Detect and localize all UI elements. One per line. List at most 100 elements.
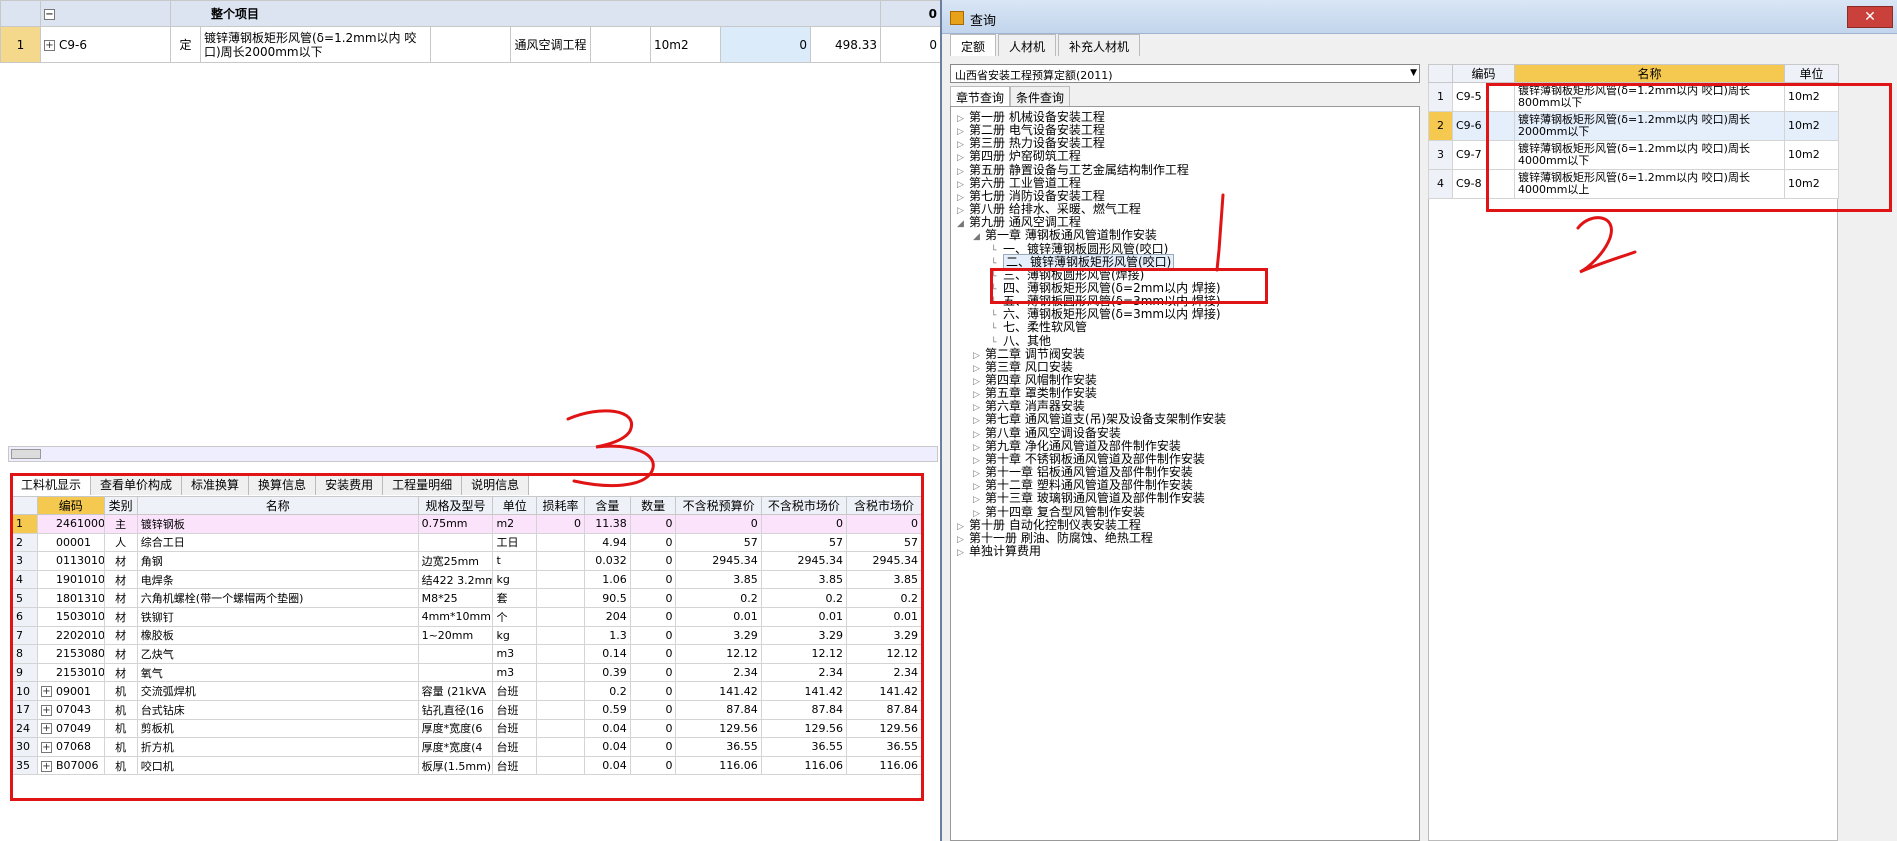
cell-unit[interactable]: 10m2 — [1784, 169, 1839, 199]
col-header[interactable]: 不含税预算价 — [675, 496, 762, 515]
cell-code[interactable]: 2461000 — [36, 514, 105, 534]
collapse-cell[interactable]: − — [40, 0, 171, 27]
cell-p2[interactable]: 0.2 — [760, 588, 848, 608]
cell-loss[interactable] — [536, 755, 585, 776]
cell-spec[interactable]: 厚度*宽度(6 — [417, 718, 494, 739]
row-number[interactable]: 9 — [12, 662, 38, 683]
cell-p1[interactable]: 87.84 — [675, 699, 762, 720]
cell-p1[interactable]: 129.56 — [675, 718, 762, 739]
cell-p3[interactable]: 3.29 — [846, 625, 922, 646]
tab-resources[interactable]: 工料机显示 — [12, 473, 92, 495]
cell-loss[interactable] — [536, 662, 585, 683]
col-header[interactable]: 类别 — [103, 496, 138, 515]
cell-p2[interactable]: 2.34 — [760, 662, 848, 683]
cell-name[interactable]: 角钢 — [136, 551, 419, 571]
col-header[interactable]: 不含税市场价 — [760, 496, 848, 515]
cell-p3[interactable]: 129.56 — [846, 718, 922, 739]
quota-type[interactable]: 定 — [170, 26, 201, 63]
cell-p2[interactable]: 87.84 — [760, 699, 848, 720]
cell-p2[interactable]: 0 — [760, 514, 848, 534]
cell-name[interactable]: 镀锌薄钢板矩形风管(δ=1.2mm以内 咬口)周长4000mm以下 — [1514, 140, 1785, 170]
cell-name[interactable]: 综合工日 — [136, 532, 419, 553]
table-row[interactable]: 35 + B07006 机咬口机 板厚(1.5mm) 台班 0.04 0 116.06 116.0… — [12, 755, 922, 776]
cell-code[interactable]: +07043 — [36, 699, 105, 720]
cell-qty[interactable]: 0 — [629, 551, 677, 571]
cell-p2[interactable]: 0.01 — [760, 606, 848, 627]
table-row[interactable]: 10 +09001 机交流弧焊机 容量 (21kVA 台班 0.2 0 141.42 141.4… — [12, 681, 922, 701]
tab-install-fees[interactable]: 安装费用 — [316, 473, 384, 495]
cell-unit[interactable]: 个 — [492, 606, 538, 627]
cell-name[interactable]: 折方机 — [136, 737, 419, 757]
cell-qty[interactable]: 0 — [629, 699, 677, 720]
cell-p2[interactable]: 12.12 — [760, 644, 848, 664]
cell-unit[interactable]: 10m2 — [1784, 82, 1839, 112]
table-row[interactable]: 17 +07043 机台式钻床 钻孔直径(16 台班 0.59 0 87.84 87.84 87.… — [12, 699, 922, 720]
cell-unit[interactable]: kg — [492, 625, 538, 646]
cell-spec[interactable] — [417, 662, 494, 683]
cell-spec[interactable] — [417, 532, 494, 553]
tree-node[interactable]: ▷ 单独计算费用 — [957, 543, 1041, 561]
window-titlebar[interactable]: 查询 ✕ — [942, 0, 1897, 34]
cell-code[interactable]: C9-5 — [1452, 82, 1515, 112]
cell-p1[interactable]: 2945.34 — [675, 551, 762, 571]
cell-cat[interactable]: 人 — [103, 532, 138, 553]
cell-p3[interactable]: 2.34 — [846, 662, 922, 683]
cell-p2[interactable]: 3.29 — [760, 625, 848, 646]
cell-p3[interactable]: 116.06 — [846, 755, 922, 776]
cell-content[interactable]: 0.032 — [583, 551, 631, 571]
row-number[interactable]: 1 — [0, 26, 41, 63]
cell-p1[interactable]: 12.12 — [675, 644, 762, 664]
cell-unit[interactable]: 套 — [492, 588, 538, 608]
cell-p2[interactable]: 57 — [760, 532, 848, 553]
col-header[interactable]: 编码 — [36, 496, 105, 515]
cell-cat[interactable]: 主 — [103, 514, 138, 534]
cell-content[interactable]: 204 — [583, 606, 631, 627]
row-number[interactable]: 35 — [12, 755, 38, 776]
collapse-arrow-icon[interactable]: ◢ — [973, 229, 985, 245]
cell-code[interactable]: 220201001 — [36, 625, 105, 646]
row-number[interactable]: 1 — [12, 514, 38, 534]
cell-code[interactable]: C9-7 — [1452, 140, 1515, 170]
cell-unit[interactable]: 台班 — [492, 718, 538, 739]
cell-loss[interactable]: 0 — [536, 514, 585, 534]
result-row[interactable]: 4 C9-8 镀锌薄钢板矩形风管(δ=1.2mm以内 咬口)周长4000mm以上 10… — [1428, 169, 1839, 199]
collapse-icon[interactable]: − — [44, 8, 55, 20]
cell-p3[interactable]: 0 — [846, 514, 922, 534]
expand-icon[interactable]: + — [40, 741, 52, 753]
cell-qty[interactable]: 0 — [629, 532, 677, 553]
cell-name[interactable]: 镀锌薄钢板矩形风管(δ=1.2mm以内 咬口)周长2000mm以下 — [1514, 111, 1785, 141]
table-row[interactable]: 2 00001 人综合工日 工日 4.94 0 57 57 57 — [12, 532, 922, 553]
cell-qty[interactable]: 0 — [629, 662, 677, 683]
cell-unit[interactable]: 10m2 — [1784, 111, 1839, 141]
cell-loss[interactable] — [536, 569, 585, 590]
cell-p2[interactable]: 116.06 — [760, 755, 848, 776]
result-row[interactable]: 2 C9-6 镀锌薄钢板矩形风管(δ=1.2mm以内 咬口)周长2000mm以下 10… — [1428, 111, 1839, 141]
cell-p3[interactable]: 87.84 — [846, 699, 922, 720]
row-number[interactable]: 2 — [1428, 111, 1453, 141]
cell-code[interactable]: +07049 — [36, 718, 105, 739]
cell-p2[interactable]: 3.85 — [760, 569, 848, 590]
cell-content[interactable]: 1.3 — [583, 625, 631, 646]
cell-spec[interactable]: 4mm*10mm — [417, 606, 494, 627]
cell-unit[interactable]: 台班 — [492, 737, 538, 757]
quota-library-select[interactable]: 山西省安装工程预算定额(2011) ▼ — [950, 64, 1420, 83]
table-row[interactable]: 7220201001材橡胶板1~20mmkg1.303.293.293.29 — [12, 625, 922, 646]
tab-quota[interactable]: 定额 — [950, 34, 997, 56]
cell-loss[interactable] — [536, 551, 585, 571]
cell-spec[interactable]: 钻孔直径(16 — [417, 699, 494, 720]
cell-spec[interactable]: 厚度*宽度(4 — [417, 737, 494, 757]
expand-arrow-icon[interactable]: ▷ — [957, 545, 969, 561]
cell-p1[interactable]: 2.34 — [675, 662, 762, 683]
cell-cat[interactable]: 材 — [103, 569, 138, 590]
cell-code[interactable]: +09001 — [36, 681, 105, 701]
row-number[interactable]: 2 — [12, 532, 38, 553]
cell-content[interactable]: 90.5 — [583, 588, 631, 608]
cell-loss[interactable] — [536, 718, 585, 739]
cell-code[interactable]: 215301001 — [36, 662, 105, 683]
cell-code[interactable]: 00001 — [36, 532, 105, 553]
cell-loss[interactable] — [536, 737, 585, 757]
cell-p3[interactable]: 0.01 — [846, 606, 922, 627]
row-number[interactable]: 10 — [12, 681, 38, 701]
cell-name[interactable]: 交流弧焊机 — [136, 681, 419, 701]
row-number[interactable]: 5 — [12, 588, 38, 608]
